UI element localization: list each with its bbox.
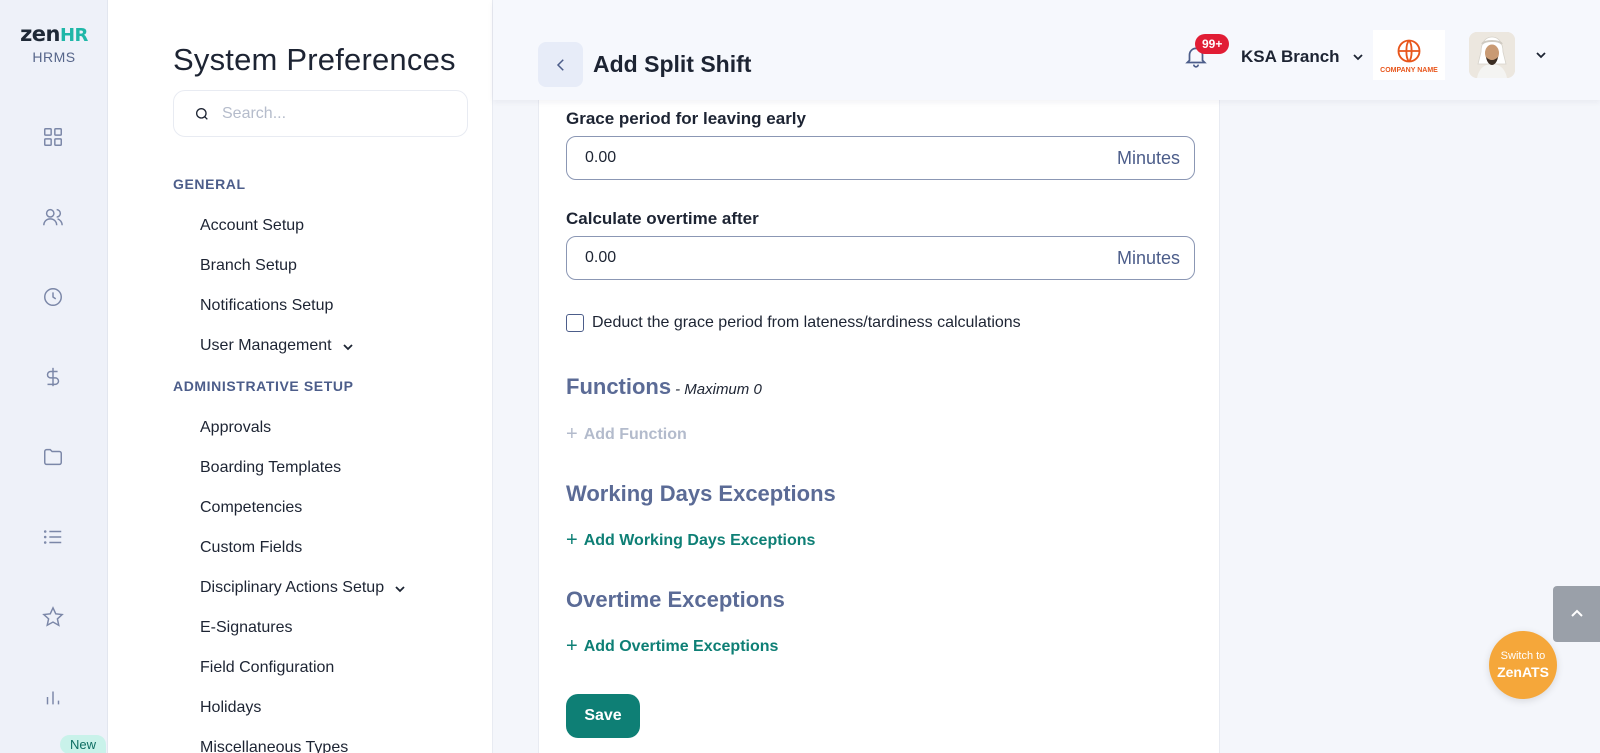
overtime-exceptions-title: Overtime Exceptions xyxy=(566,587,785,612)
branch-label: KSA Branch xyxy=(1241,47,1340,66)
menu-item-branch-setup[interactable]: Branch Setup xyxy=(200,257,297,275)
bar-chart-icon[interactable] xyxy=(40,684,66,710)
menu-item-account-setup[interactable]: Account Setup xyxy=(200,217,304,235)
switch-to-zenats-button[interactable]: Switch to ZenATS xyxy=(1489,631,1557,699)
zenhr-logo[interactable]: zenHR HRMS xyxy=(14,22,94,65)
branch-selector[interactable]: KSA Branch xyxy=(1241,47,1364,67)
menu-item-label: User Management xyxy=(200,337,332,354)
company-logo-text: COMPANY NAME xyxy=(1380,66,1438,74)
menu-item-label: Holidays xyxy=(200,699,262,716)
menu-item-miscellaneous-types[interactable]: Miscellaneous Types xyxy=(200,739,348,753)
add-overtime-exceptions-button[interactable]: + Add Overtime Exceptions xyxy=(566,635,778,658)
search-input[interactable] xyxy=(222,104,452,123)
menu-item-label: Miscellaneous Types xyxy=(200,739,349,753)
globe-icon xyxy=(1397,39,1421,62)
new-badge: New xyxy=(60,735,107,753)
plus-icon: + xyxy=(566,423,578,445)
menu-item-field-configuration[interactable]: Field Configuration xyxy=(200,659,334,677)
folder-icon[interactable] xyxy=(40,444,66,470)
switch-line-1: Switch to xyxy=(1500,650,1546,662)
menu-item-custom-fields[interactable]: Custom Fields xyxy=(200,539,302,557)
menu-item-e-signatures[interactable]: E-Signatures xyxy=(200,619,293,637)
add-function-label: Add Function xyxy=(583,425,687,443)
menu-item-competencies[interactable]: Competencies xyxy=(200,499,302,517)
avatar[interactable] xyxy=(1469,32,1515,78)
back-button[interactable] xyxy=(538,42,583,87)
menu-item-holidays[interactable]: Holidays xyxy=(200,699,261,717)
list-icon[interactable] xyxy=(40,524,66,550)
menu-item-approvals[interactable]: Approvals xyxy=(200,419,271,437)
search-icon xyxy=(196,107,208,120)
settings-search[interactable] xyxy=(173,90,468,137)
chevron-left-icon xyxy=(556,58,564,71)
dollar-icon[interactable] xyxy=(40,364,66,390)
left-rail: zenHR HRMS New xyxy=(0,0,108,753)
menu-item-user-management[interactable]: User Management xyxy=(200,337,354,355)
chevron-down-icon xyxy=(394,582,406,594)
logo-word: zen xyxy=(20,22,60,46)
deduct-grace-checkbox[interactable] xyxy=(566,314,584,332)
settings-sidebar: System Preferences GENERAL Account Setup… xyxy=(108,0,493,753)
top-header: Add Split Shift 99+ KSA Branch COMPANY N… xyxy=(493,0,1600,100)
functions-max: - Maximum 0 xyxy=(675,381,762,398)
logo-word-accent: HR xyxy=(59,25,88,46)
logo-subtitle: HRMS xyxy=(32,49,76,65)
scroll-to-top-button[interactable] xyxy=(1553,586,1600,642)
user-avatar-image xyxy=(1469,32,1515,78)
menu-item-label: Account Setup xyxy=(200,217,305,234)
chevron-down-icon xyxy=(1352,54,1363,61)
working-days-exceptions-title: Working Days Exceptions xyxy=(566,481,836,506)
add-function-button[interactable]: + Add Function xyxy=(566,423,687,446)
grace-period-label: Grace period for leaving early xyxy=(566,109,806,128)
menu-item-label: Notifications Setup xyxy=(200,297,334,314)
menu-item-label: Approvals xyxy=(200,419,272,436)
grace-period-suffix: Minutes xyxy=(1116,147,1180,168)
menu-item-label: Boarding Templates xyxy=(200,459,342,476)
dashboard-icon[interactable] xyxy=(40,124,66,150)
page-title: Add Split Shift xyxy=(593,51,752,77)
overtime-after-field[interactable]: Minutes xyxy=(566,236,1195,280)
chevron-up-icon xyxy=(1570,609,1583,617)
functions-title-text: Functions xyxy=(566,374,672,399)
deduct-grace-label: Deduct the grace period from lateness/ta… xyxy=(592,314,1021,331)
overtime-after-suffix: Minutes xyxy=(1116,247,1180,268)
add-working-days-exceptions-button[interactable]: + Add Working Days Exceptions xyxy=(566,529,815,552)
switch-line-2: ZenATS xyxy=(1497,664,1549,680)
save-button[interactable]: Save xyxy=(566,694,640,738)
menu-item-disciplinary-actions-setup[interactable]: Disciplinary Actions Setup xyxy=(200,579,406,597)
section-administrative-setup: ADMINISTRATIVE SETUP xyxy=(173,378,354,394)
grace-period-field[interactable]: Minutes xyxy=(566,136,1195,180)
chevron-down-icon[interactable] xyxy=(1535,48,1547,60)
menu-item-label: Competencies xyxy=(200,499,303,516)
plus-icon: + xyxy=(566,635,578,657)
chevron-down-icon xyxy=(342,340,354,352)
plus-icon: + xyxy=(566,529,578,551)
add-overtime-exceptions-label: Add Overtime Exceptions xyxy=(583,637,779,655)
menu-item-label: Custom Fields xyxy=(200,539,303,556)
clock-icon[interactable] xyxy=(40,284,66,310)
grace-period-input[interactable] xyxy=(585,149,1117,167)
menu-item-label: Branch Setup xyxy=(200,257,297,274)
shift-form-card: Grace period for leaving early Minutes C… xyxy=(538,60,1220,753)
overtime-after-label: Calculate overtime after xyxy=(566,209,759,228)
menu-item-label: Disciplinary Actions Setup xyxy=(200,579,385,596)
menu-item-label: Field Configuration xyxy=(200,659,335,676)
overtime-after-input[interactable] xyxy=(585,249,1117,267)
functions-title: Functions - Maximum 0 xyxy=(566,374,762,400)
people-icon[interactable] xyxy=(40,204,66,230)
section-general: GENERAL xyxy=(173,176,246,192)
company-logo: COMPANY NAME xyxy=(1373,30,1445,80)
menu-item-boarding-templates[interactable]: Boarding Templates xyxy=(200,459,341,477)
star-icon[interactable] xyxy=(40,604,66,630)
deduct-grace-row[interactable]: Deduct the grace period from lateness/ta… xyxy=(566,314,1021,332)
add-working-days-exceptions-label: Add Working Days Exceptions xyxy=(583,531,816,549)
notification-badge: 99+ xyxy=(1195,34,1230,54)
settings-title: System Preferences xyxy=(173,42,456,77)
menu-item-label: E-Signatures xyxy=(200,619,293,636)
menu-item-notifications-setup[interactable]: Notifications Setup xyxy=(200,297,333,315)
